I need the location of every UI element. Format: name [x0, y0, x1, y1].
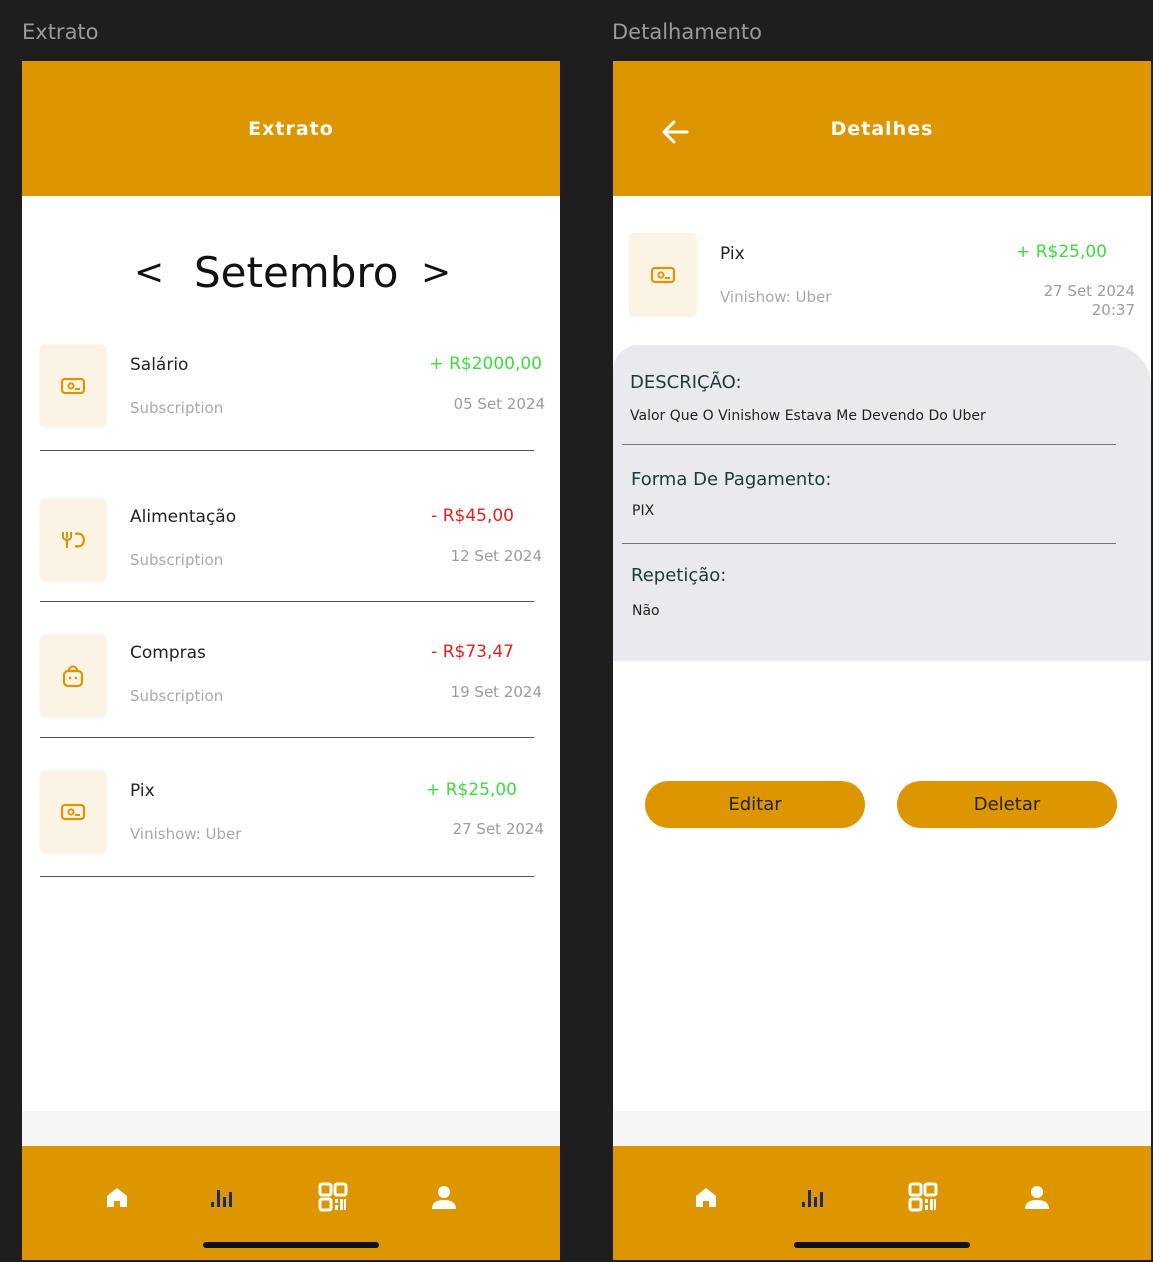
food-icon — [40, 499, 106, 581]
page-title: Detalhes — [830, 118, 934, 140]
delete-button[interactable]: Deletar — [897, 781, 1117, 828]
transaction-item[interactable]: Pix Vinishow: Uber + R$25,00 27 Set 2024 — [22, 769, 560, 879]
transaction-name: Compras — [130, 643, 206, 663]
profile-icon[interactable] — [1020, 1180, 1054, 1214]
divider — [622, 543, 1116, 544]
description-title: DESCRIÇÃO: — [630, 372, 742, 393]
transaction-date: 27 Set 2024 — [452, 820, 544, 838]
transaction-subtitle: Subscription — [130, 399, 224, 417]
money-icon — [40, 771, 106, 853]
transaction-amount: - R$45,00 — [431, 506, 514, 526]
home-indicator — [794, 1242, 970, 1248]
transaction-amount: + R$25,00 — [1016, 242, 1107, 262]
frame-title-extrato: Extrato — [22, 20, 99, 44]
transaction-amount: + R$2000,00 — [429, 354, 542, 374]
profile-icon[interactable] — [427, 1180, 461, 1214]
next-month-button[interactable]: > — [421, 252, 451, 293]
qr-code-icon[interactable] — [906, 1180, 940, 1214]
description-value: Valor Que O Vinishow Estava Me Devendo D… — [630, 408, 986, 424]
app-bar: Detalhes — [613, 61, 1151, 196]
transaction-subtitle: Vinishow: Uber — [720, 288, 832, 306]
transaction-item[interactable]: Compras Subscription - R$73,47 19 Set 20… — [22, 633, 560, 743]
shopping-bag-icon — [40, 635, 106, 717]
divider — [622, 444, 1116, 445]
transaction-name: Pix — [720, 244, 745, 264]
divider — [40, 876, 534, 877]
chart-icon[interactable] — [795, 1180, 829, 1214]
app-bar: Extrato — [22, 61, 560, 196]
bottom-fade — [613, 1111, 1151, 1146]
repetition-title: Repetição: — [631, 565, 727, 586]
chart-icon[interactable] — [204, 1180, 238, 1214]
transaction-date: 27 Set 2024 — [1043, 282, 1135, 300]
home-icon[interactable] — [689, 1180, 723, 1214]
money-icon — [40, 345, 106, 427]
money-icon — [629, 233, 697, 317]
transaction-name: Pix — [130, 781, 155, 801]
transaction-date: 19 Set 2024 — [450, 683, 542, 701]
transaction-date: 05 Set 2024 — [453, 395, 545, 413]
repetition-value: Não — [632, 603, 660, 619]
home-icon[interactable] — [100, 1180, 134, 1214]
transaction-amount: + R$25,00 — [426, 780, 517, 800]
transaction-name: Salário — [130, 355, 189, 375]
month-label: Setembro — [194, 248, 399, 297]
transaction-time: 20:37 — [1091, 301, 1135, 319]
bottom-navigation — [22, 1146, 560, 1260]
bottom-fade — [22, 1111, 560, 1146]
transaction-subtitle: Subscription — [130, 687, 224, 705]
month-selector: < Setembro > — [22, 248, 560, 308]
transaction-item[interactable]: Salário Subscription + R$2000,00 05 Set … — [22, 344, 560, 454]
transaction-item[interactable]: Alimentação Subscription - R$45,00 12 Se… — [22, 497, 560, 607]
extrato-screen: Extrato < Setembro > Salário Subscriptio… — [22, 61, 560, 1260]
frame-title-detalhamento: Detalhamento — [612, 20, 762, 44]
qr-code-icon[interactable] — [316, 1180, 350, 1214]
previous-month-button[interactable]: < — [134, 252, 164, 293]
page-title: Extrato — [248, 118, 334, 140]
transaction-subtitle: Subscription — [130, 551, 224, 569]
edit-button[interactable]: Editar — [645, 781, 865, 828]
payment-method-title: Forma De Pagamento: — [631, 469, 832, 490]
bottom-navigation — [613, 1146, 1151, 1260]
transaction-amount: - R$73,47 — [431, 642, 514, 662]
details-panel: DESCRIÇÃO: Valor Que O Vinishow Estava M… — [613, 345, 1151, 661]
divider — [40, 450, 534, 451]
payment-method-value: PIX — [632, 503, 655, 519]
transaction-name: Alimentação — [130, 507, 237, 527]
divider — [40, 601, 534, 602]
transaction-subtitle: Vinishow: Uber — [130, 825, 242, 843]
home-indicator — [203, 1242, 379, 1248]
transaction-date: 12 Set 2024 — [450, 547, 542, 565]
detalhes-screen: Detalhes Pix Vinishow: Uber + R$25,00 27… — [613, 61, 1151, 1260]
divider — [40, 737, 534, 738]
